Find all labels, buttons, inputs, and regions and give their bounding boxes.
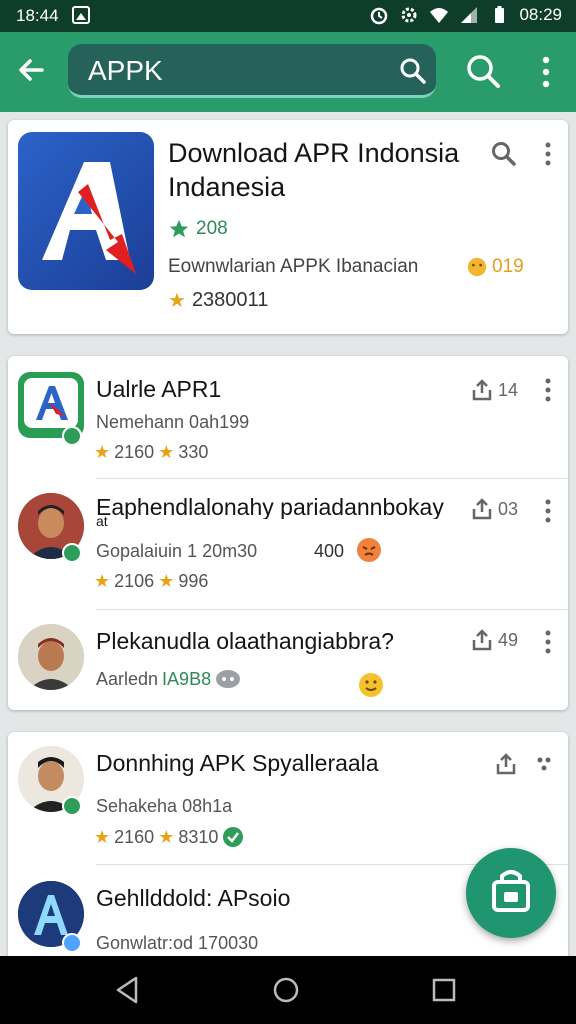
search-input[interactable] [86, 52, 390, 90]
featured-subtitle: Eownwlarian APPK Ibanacian [168, 256, 419, 277]
featured-app-icon [18, 132, 154, 290]
app-title-line2: at [96, 513, 108, 529]
back-arrow-icon[interactable] [12, 50, 52, 90]
more-icon[interactable] [534, 752, 554, 780]
nav-back-icon[interactable] [112, 974, 144, 1006]
card-more-icon[interactable] [538, 140, 558, 168]
share-button[interactable]: 49 [470, 628, 518, 652]
image-notification-icon [72, 6, 90, 24]
wifi-icon [430, 8, 449, 23]
status-time-right: 08:29 [519, 5, 562, 24]
app-subtitle: Sehakeha 08h1a [96, 796, 233, 816]
share-button[interactable]: 14 [470, 378, 518, 402]
shopping-bag-icon [492, 870, 530, 912]
overflow-menu-icon[interactable] [534, 54, 558, 90]
app-stats: ★ 2160 ★ 330 [94, 442, 208, 463]
stat-value: 2106 [114, 571, 155, 591]
system-nav-bar [0, 956, 576, 1024]
share-count: 49 [498, 629, 519, 650]
star-icon: ★ [168, 290, 186, 312]
verified-badge-icon [62, 426, 82, 446]
nav-home-icon[interactable] [270, 974, 302, 1006]
app-extra-value: 400 [314, 541, 345, 561]
stat-value: 8310 [178, 826, 219, 847]
list-item[interactable]: Plekanudla olaathangiabbra? Aarledn IA9B… [8, 610, 568, 710]
featured-downloads: ★ 2380011 [168, 288, 268, 313]
list-item[interactable]: Donnhing APK Spyalleraala Sehakeha 08h1a… [8, 732, 568, 864]
app-title: Donnhing APK Spyalleraala [96, 750, 379, 776]
app-title: Gehllddold: APsoio [96, 885, 291, 911]
emoji-icon [467, 257, 487, 277]
green-check-icon [223, 827, 244, 847]
featured-rating: 208 [168, 218, 228, 240]
search-box[interactable] [68, 44, 436, 98]
app-subtitle: Gopalaiuin 1 20m30 [96, 541, 258, 561]
app-toolbar [0, 32, 576, 112]
featured-app-title: Download APR Indonsia Indanesia [168, 138, 460, 202]
app-stats: ★ 2160 ★ 8310 [94, 826, 244, 848]
app-subtitle-green: IA9B8 [162, 668, 212, 689]
smile-emoji-icon [359, 673, 383, 697]
share-icon [472, 379, 492, 401]
app-list-card: Ualrle APR1 Nemehann 0ah199 ★ 2160 ★ 330… [8, 356, 568, 710]
verified-badge-icon [62, 933, 82, 953]
alarm-icon [371, 7, 388, 25]
app-subtitle-row: Aarledn IA9B8 [96, 668, 241, 690]
chat-icon [216, 670, 241, 688]
share-button[interactable] [494, 752, 518, 776]
share-count: 03 [498, 498, 519, 519]
more-icon[interactable] [538, 628, 558, 656]
featured-rating-value: 208 [196, 218, 228, 239]
toolbar-search-icon[interactable] [464, 52, 502, 90]
list-item[interactable]: Eaphendlalonahy pariadannbokay at Gopala… [8, 479, 568, 609]
star-icon: ★ [158, 826, 175, 847]
verified-badge-icon [62, 796, 82, 816]
nav-recents-icon[interactable] [428, 974, 460, 1006]
stat-value: 2160 [114, 826, 155, 847]
app-title: Eaphendlalonahy pariadannbokay [96, 495, 444, 519]
angry-emoji-icon [357, 538, 381, 562]
app-subtitle: Aarledn [96, 668, 159, 689]
card-search-icon[interactable] [490, 140, 518, 168]
star-icon: ★ [94, 571, 111, 591]
star-icon: ★ [158, 571, 175, 591]
featured-badge-value: 019 [492, 256, 524, 277]
list-item[interactable]: Ualrle APR1 Nemehann 0ah199 ★ 2160 ★ 330… [8, 356, 568, 478]
stat-value: 330 [178, 442, 209, 462]
signal-icon [461, 7, 478, 23]
more-icon[interactable] [538, 497, 558, 525]
settings-gear-icon [401, 7, 417, 23]
floating-action-button[interactable] [466, 848, 556, 938]
search-icon[interactable] [398, 56, 428, 86]
stat-value: 996 [178, 571, 209, 591]
share-icon [496, 753, 516, 775]
status-time-left: 18:44 [16, 6, 59, 25]
star-icon: ★ [158, 442, 175, 462]
star-icon: ★ [94, 442, 111, 462]
stat-value: 2160 [114, 442, 155, 462]
featured-app-card[interactable]: Download APR Indonsia Indanesia 208 Eown… [8, 120, 568, 334]
app-subtitle: Nemehann 0ah199 [96, 412, 250, 432]
more-icon[interactable] [538, 376, 558, 404]
share-icon [472, 498, 492, 520]
share-icon [472, 629, 492, 651]
app-title: Plekanudla olaathangiabbra? [96, 628, 394, 654]
share-count: 14 [498, 379, 519, 400]
featured-badge: 019 [466, 256, 524, 278]
app-subtitle: Gonwlatr:od 170030 [96, 933, 259, 953]
green-star-icon [169, 219, 189, 238]
app-title: Ualrle APR1 [96, 376, 222, 402]
star-icon: ★ [94, 826, 111, 847]
avatar [18, 624, 84, 690]
battery-icon [495, 6, 505, 23]
status-bar: 18:44 08:29 [0, 0, 576, 32]
app-stats: ★ 2106 ★ 996 [94, 571, 208, 592]
verified-badge-icon [62, 543, 82, 563]
share-button[interactable]: 03 [470, 497, 518, 521]
featured-downloads-value: 2380011 [191, 289, 269, 311]
